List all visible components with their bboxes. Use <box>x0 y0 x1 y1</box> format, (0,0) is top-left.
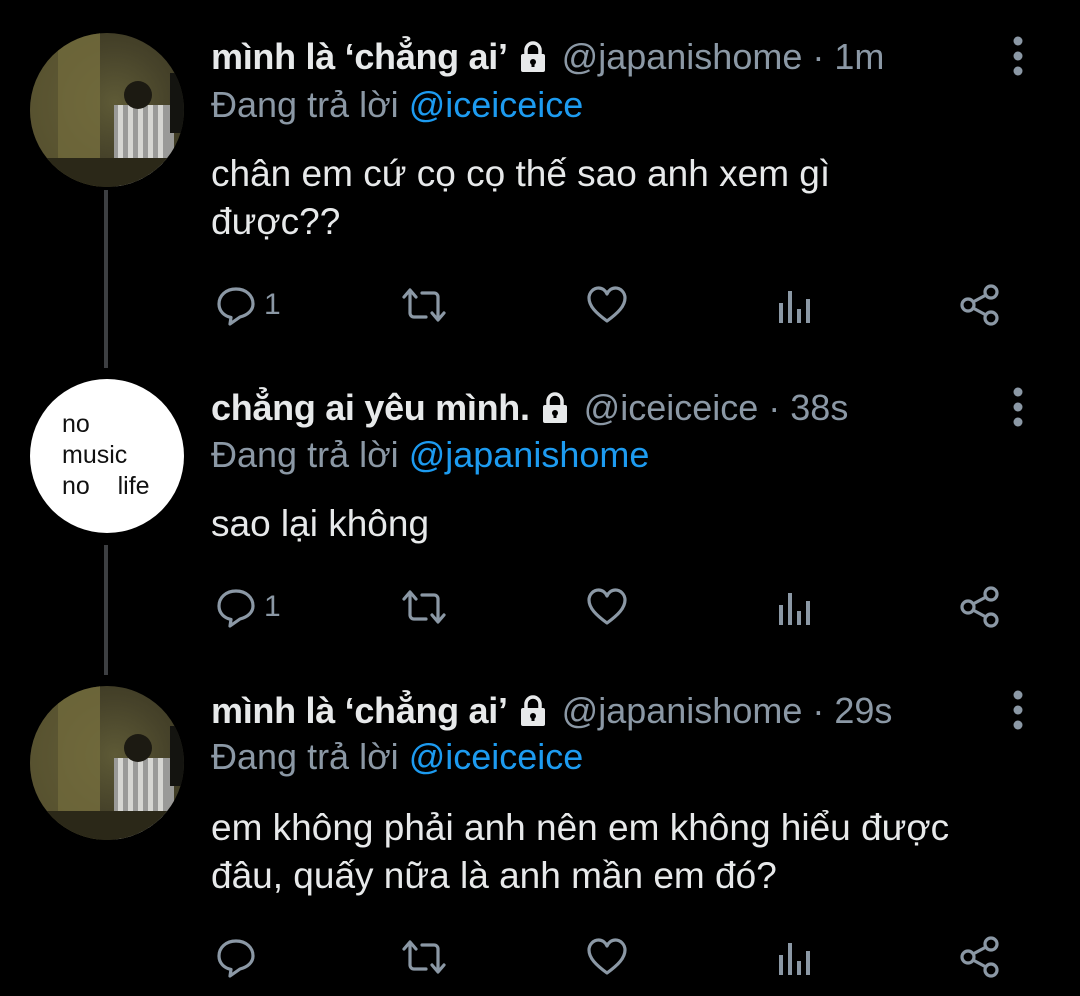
like-button[interactable] <box>584 280 630 330</box>
heart-icon <box>584 935 630 979</box>
analytics-button[interactable] <box>774 280 818 330</box>
tweet-text-line: em không phải anh nên em không hiểu được <box>211 807 950 848</box>
analytics-icon <box>774 283 818 327</box>
reply-count: 1 <box>264 288 281 321</box>
reply-context: Đang trả lời @iceiceice <box>211 736 583 778</box>
avatar-text-line: music <box>62 441 128 469</box>
share-button[interactable] <box>958 932 1004 982</box>
timestamp[interactable]: 29s <box>834 690 892 732</box>
heart-icon <box>584 283 630 327</box>
lock-icon <box>538 391 572 425</box>
avatar[interactable] <box>30 33 184 187</box>
avatar[interactable]: no music no life <box>30 379 184 533</box>
avatar[interactable] <box>30 686 184 840</box>
tweet[interactable]: no music no life chẳng ai yêu mình. @ice… <box>0 360 1080 678</box>
more-options-icon[interactable] <box>1008 383 1028 433</box>
reply-button[interactable]: 1 <box>214 280 281 330</box>
reply-prefix: Đang trả lời <box>211 736 399 777</box>
share-icon <box>958 282 1004 328</box>
display-name[interactable]: mình là ‘chẳng ai’ <box>211 690 508 732</box>
like-button[interactable] <box>584 582 630 632</box>
reply-mention[interactable]: @japanishome <box>409 434 650 475</box>
handle[interactable]: @japanishome <box>562 690 803 732</box>
separator: · <box>812 690 825 731</box>
reply-icon <box>214 935 258 979</box>
tweet-header: mình là ‘chẳng ai’ @japanishome · 29s <box>211 686 892 736</box>
timestamp[interactable]: 1m <box>834 36 884 78</box>
tweet-header: mình là ‘chẳng ai’ @japanishome · 1m <box>211 32 884 82</box>
reply-icon <box>214 283 258 327</box>
tweet[interactable]: mình là ‘chẳng ai’ @japanishome · 1m Đan… <box>0 0 1080 360</box>
share-button[interactable] <box>958 582 1004 632</box>
share-icon <box>958 584 1004 630</box>
display-name[interactable]: chẳng ai yêu mình. <box>211 387 530 429</box>
more-options-icon[interactable] <box>1008 32 1028 82</box>
tweet-text: sao lại không <box>211 500 1051 548</box>
reply-mention[interactable]: @iceiceice <box>409 84 584 125</box>
analytics-button[interactable] <box>774 932 818 982</box>
analytics-button[interactable] <box>774 582 818 632</box>
reply-button[interactable]: 1 <box>214 582 281 632</box>
retweet-button[interactable] <box>398 582 450 632</box>
tweet-text-line: đâu, quấy nữa là anh mần em đó? <box>211 855 777 896</box>
retweet-button[interactable] <box>398 280 450 330</box>
display-name[interactable]: mình là ‘chẳng ai’ <box>211 36 508 78</box>
reply-button[interactable] <box>214 932 264 982</box>
lock-icon <box>516 694 550 728</box>
reply-count: 1 <box>264 590 281 623</box>
reply-context: Đang trả lời @iceiceice <box>211 84 583 126</box>
handle[interactable]: @japanishome <box>562 36 803 78</box>
reply-icon <box>214 585 258 629</box>
reply-prefix: Đang trả lời <box>211 84 399 125</box>
tweet-text-line: được?? <box>211 201 341 242</box>
tweet-text: chân em cứ cọ cọ thế sao anh xem gì được… <box>211 150 1051 246</box>
tweet-text: em không phải anh nên em không hiểu được… <box>211 804 1051 900</box>
lock-icon <box>516 40 550 74</box>
retweet-button[interactable] <box>398 932 450 982</box>
reply-context: Đang trả lời @japanishome <box>211 434 649 476</box>
share-button[interactable] <box>958 280 1004 330</box>
retweet-icon <box>398 935 450 979</box>
share-icon <box>958 934 1004 980</box>
analytics-icon <box>774 935 818 979</box>
reply-mention[interactable]: @iceiceice <box>409 736 584 777</box>
tweet-text-line: sao lại không <box>211 503 430 544</box>
separator: · <box>768 387 781 428</box>
heart-icon <box>584 585 630 629</box>
retweet-icon <box>398 585 450 629</box>
tweet[interactable]: mình là ‘chẳng ai’ @japanishome · 29s Đa… <box>0 678 1080 996</box>
timestamp[interactable]: 38s <box>790 387 848 429</box>
handle[interactable]: @iceiceice <box>584 387 759 429</box>
avatar-text-line: no <box>62 410 90 438</box>
retweet-icon <box>398 283 450 327</box>
avatar-text-line: no life <box>62 472 150 500</box>
tweet-header: chẳng ai yêu mình. @iceiceice · 38s <box>211 383 848 433</box>
analytics-icon <box>774 585 818 629</box>
separator: · <box>812 36 825 77</box>
tweet-text-line: chân em cứ cọ cọ thế sao anh xem gì <box>211 153 831 194</box>
like-button[interactable] <box>584 932 630 982</box>
more-options-icon[interactable] <box>1008 686 1028 736</box>
reply-prefix: Đang trả lời <box>211 434 399 475</box>
